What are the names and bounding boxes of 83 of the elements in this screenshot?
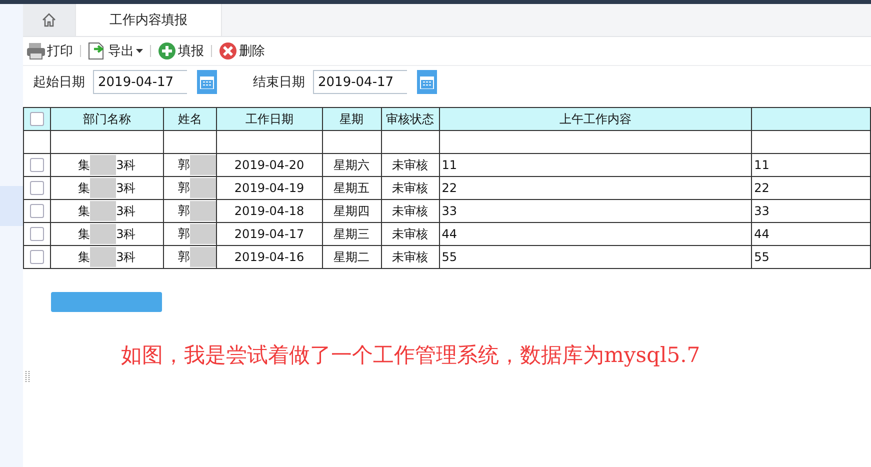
table-cell: 2019-04-16	[234, 250, 304, 264]
redaction-blur	[190, 201, 216, 221]
table-cell: 55	[754, 250, 770, 264]
table-cell: 55	[442, 250, 457, 264]
table-cell: 郭	[178, 249, 190, 264]
redaction-blur	[90, 201, 116, 221]
table-cell: 22	[754, 181, 770, 195]
home-icon	[41, 12, 57, 28]
table-cell: 3科	[116, 248, 136, 266]
table-cell: 集	[78, 202, 90, 220]
table-cell: 33	[442, 204, 457, 218]
table-cell: 星期四	[334, 204, 370, 218]
table-cell: 33	[754, 204, 770, 218]
row-checkbox[interactable]	[30, 158, 44, 172]
table-cell: 11	[754, 158, 770, 172]
calendar-icon	[200, 75, 214, 89]
table-cell: 星期六	[334, 158, 370, 172]
export-icon	[88, 42, 106, 60]
table-cell: 44	[442, 227, 457, 241]
table-cell: 郭	[178, 203, 190, 218]
table-cell: 3科	[116, 180, 136, 196]
redaction-blur	[190, 224, 216, 244]
table-cell: 郭	[178, 226, 190, 240]
table-cell: 未审核	[392, 250, 428, 264]
column-header: 姓名	[178, 112, 202, 126]
redaction-blur	[190, 155, 216, 175]
table-cell: 星期五	[334, 180, 370, 194]
redaction-blur	[190, 247, 216, 267]
table-cell: 集	[78, 248, 90, 266]
table-cell: 11	[442, 158, 457, 172]
date-label: 起始日期	[33, 74, 85, 91]
table-cell: 星期二	[334, 250, 370, 264]
column-header: 审核状态	[386, 112, 434, 126]
date-label: 结束日期	[253, 74, 305, 91]
select-all-checkbox[interactable]	[30, 112, 44, 126]
redaction-blur	[90, 224, 116, 244]
calendar-button[interactable]	[197, 70, 217, 94]
delete-icon	[219, 42, 237, 60]
column-header: 工作日期	[245, 112, 294, 126]
row-checkbox[interactable]	[30, 204, 44, 218]
row-checkbox[interactable]	[30, 250, 44, 264]
table-cell: 3科	[116, 226, 136, 242]
add-icon	[158, 42, 176, 60]
table-cell: 未审核	[392, 180, 428, 194]
row-checkbox[interactable]	[30, 181, 44, 196]
printer-icon	[27, 42, 45, 60]
calendar-icon	[420, 75, 434, 89]
table-cell: 未审核	[392, 158, 428, 172]
table-cell: 3科	[116, 202, 136, 220]
table-cell: 未审核	[392, 204, 428, 218]
page-tab[interactable]: 工作内容填报	[76, 4, 222, 36]
table-cell: 集	[78, 156, 90, 174]
table-cell: 集	[78, 180, 90, 196]
table-cell: 未审核	[392, 226, 428, 240]
date-field[interactable]: 2019-04-17	[313, 70, 407, 94]
redaction-blur	[90, 178, 116, 198]
add-button[interactable]: 填报	[156, 42, 206, 60]
redaction-blur	[90, 155, 116, 175]
export-button[interactable]: 导出	[86, 42, 145, 60]
table-cell: 郭	[178, 180, 190, 194]
home-tab[interactable]	[23, 4, 76, 36]
print-button[interactable]: 打印	[25, 42, 75, 60]
annotation-text: 如图，我是尝试着做了一个工作管理系统，数据库为mysql5.7	[121, 342, 702, 369]
table-cell: 22	[442, 181, 457, 195]
table-cell: 集	[78, 226, 90, 242]
calendar-button[interactable]	[417, 70, 437, 94]
date-field[interactable]: 2019-04-17	[93, 70, 187, 94]
delete-button[interactable]: 删除	[217, 42, 267, 60]
table-cell: 2019-04-19	[234, 181, 304, 195]
table-cell: 星期三	[334, 226, 370, 240]
redaction-blur	[90, 247, 116, 267]
table-cell: 2019-04-20	[234, 158, 304, 172]
table-cell: 2019-04-18	[234, 204, 304, 218]
grip-icon	[25, 371, 30, 383]
column-header: 部门名称	[82, 112, 131, 126]
table-cell: 2019-04-17	[234, 227, 304, 241]
column-header: 上午工作内容	[559, 112, 632, 126]
table-cell: 3科	[116, 156, 136, 174]
redaction-blur	[190, 178, 216, 198]
table-cell: 44	[754, 227, 770, 241]
table-cell: 郭	[178, 157, 190, 172]
row-checkbox[interactable]	[30, 227, 44, 242]
column-header: 星期	[340, 112, 364, 126]
